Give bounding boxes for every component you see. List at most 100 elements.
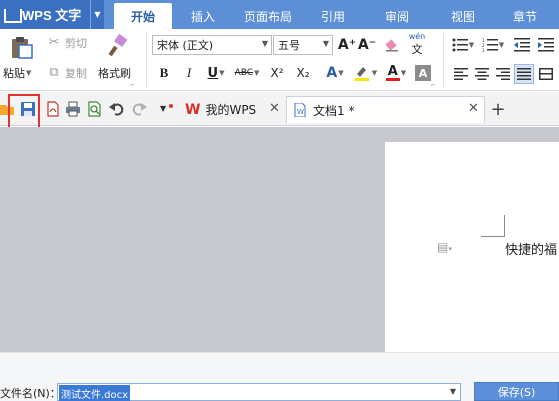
strikethrough-caret-icon: ▼: [254, 69, 260, 77]
font-name-value: 宋体 (正文): [157, 39, 214, 52]
filename-input[interactable]: 测试文件.docx ▼: [57, 383, 461, 401]
paragraph-layout-icon[interactable]: ▤▾: [437, 240, 452, 254]
tab-review[interactable]: 审阅: [364, 3, 430, 29]
cut-label: 剪切: [65, 37, 87, 50]
tab-home[interactable]: 开始: [114, 3, 172, 29]
print-icon[interactable]: [65, 101, 81, 117]
print-preview-icon[interactable]: [87, 101, 103, 117]
align-right-icon: [496, 68, 510, 80]
justify-icon: [517, 68, 531, 80]
tab-insert[interactable]: 插入: [172, 3, 234, 29]
grow-font-button[interactable]: A⁺: [338, 35, 356, 55]
numbered-list-icon: 1 2 3: [482, 38, 498, 52]
bold-button[interactable]: B: [156, 63, 172, 83]
character-shading-button[interactable]: A: [415, 65, 431, 81]
margin-marker-horizontal: [481, 236, 504, 237]
bullet-list-button[interactable]: ▼: [450, 35, 476, 55]
format-painter-label: 格式刷: [98, 67, 131, 80]
customize-quick-access-icon[interactable]: ▼: [158, 101, 174, 117]
format-brush-icon: [108, 34, 128, 57]
font-color-letter: A: [387, 64, 398, 79]
indent-icon: [538, 38, 554, 52]
svg-text:W: W: [297, 108, 304, 116]
bullet-list-icon: [452, 38, 468, 52]
font-size-value: 五号: [278, 39, 300, 52]
save-button[interactable]: 保存(S): [474, 382, 559, 401]
phonetic-guide-char: 文: [411, 42, 423, 56]
italic-button[interactable]: I: [181, 63, 197, 83]
ribbon-separator: [146, 33, 147, 87]
shrink-font-button[interactable]: A⁻: [358, 35, 376, 55]
clipboard-dialog-launcher-icon[interactable]: ⌐: [130, 82, 135, 89]
tab-document1[interactable]: W 文档1 *: [286, 96, 485, 123]
strikethrough-button[interactable]: ABC ▼: [232, 63, 262, 83]
redo-icon[interactable]: [131, 101, 147, 117]
tab-references[interactable]: 引用: [302, 3, 364, 29]
undo-icon[interactable]: [109, 101, 125, 117]
document-icon: W: [294, 103, 306, 117]
document-text[interactable]: 快捷的福: [505, 239, 557, 258]
subscript-button[interactable]: X₂: [292, 63, 314, 83]
format-painter-label-row[interactable]: 格式刷: [98, 65, 131, 81]
filename-label: 文件名(N)：: [0, 387, 61, 400]
paste-label-row[interactable]: 粘贴 ▼: [3, 65, 31, 81]
highlight-caret-icon: ▼: [371, 69, 378, 77]
font-color-button[interactable]: A ▼: [382, 63, 410, 83]
scissors-icon: ✂: [48, 35, 60, 50]
superscript-button[interactable]: X²: [266, 63, 288, 83]
decrease-indent-button[interactable]: [512, 35, 532, 55]
menu-bar: WPS 文字 ▼ 开始 插入 页面布局 引用 审阅 视图 章节: [0, 0, 559, 29]
cut-button[interactable]: ✂ 剪切: [46, 35, 87, 51]
tab-my-wps-label: 我的WPS: [205, 103, 257, 117]
close-tab-my-wps-icon[interactable]: ✕: [269, 101, 280, 116]
align-right-button[interactable]: [494, 65, 512, 83]
underline-glyph: U: [207, 65, 219, 81]
font-size-select[interactable]: 五号 ▼: [273, 35, 333, 55]
outdent-icon: [514, 38, 530, 52]
app-menu-button[interactable]: WPS 文字: [0, 0, 104, 29]
underline-button[interactable]: U ▼: [203, 63, 229, 83]
wps-w-logo-icon: W: [185, 101, 201, 118]
font-name-select[interactable]: 宋体 (正文) ▼: [152, 35, 272, 55]
phonetic-guide-button[interactable]: wén 文: [406, 32, 428, 56]
tab-view[interactable]: 视图: [430, 3, 496, 29]
distributed-align-button[interactable]: [537, 65, 555, 83]
copy-button[interactable]: ⧉ 复制: [46, 65, 87, 81]
tab-page-layout[interactable]: 页面布局: [234, 3, 302, 29]
paste-label: 粘贴: [3, 67, 25, 80]
app-title: WPS 文字: [22, 8, 82, 23]
chevron-down-icon[interactable]: ▼: [450, 387, 456, 396]
clear-format-button[interactable]: [383, 35, 401, 55]
app-menu-caret-icon[interactable]: ▼: [90, 0, 104, 29]
tab-chapters[interactable]: 章节: [496, 3, 554, 29]
bullet-list-caret-icon: ▼: [468, 41, 475, 49]
increase-indent-button[interactable]: [536, 35, 556, 55]
format-painter-button[interactable]: [106, 33, 130, 59]
wps-logo-icon: [4, 8, 18, 22]
chevron-down-icon: ▼: [261, 39, 268, 48]
align-center-button[interactable]: [473, 65, 491, 83]
tab-document1-label: 文档1 *: [313, 103, 355, 118]
align-center-icon: [475, 68, 489, 80]
align-left-icon: [454, 68, 468, 80]
clipboard-icon: [12, 37, 33, 59]
export-pdf-icon[interactable]: [45, 101, 61, 117]
highlight-button[interactable]: ▼: [351, 63, 379, 83]
text-effect-button[interactable]: A ▼: [322, 63, 348, 83]
paste-button[interactable]: [6, 33, 36, 61]
highlighter-icon: [354, 67, 369, 81]
font-color-swatch: [385, 78, 400, 81]
eraser-icon: [385, 39, 398, 52]
numbered-list-caret-icon: ▼: [498, 41, 505, 49]
font-color-caret-icon: ▼: [400, 69, 407, 77]
tab-my-wps[interactable]: W 我的WPS: [182, 96, 282, 123]
copy-label: 复制: [65, 67, 87, 80]
align-left-button[interactable]: [452, 65, 470, 83]
chevron-down-icon: ▼: [322, 39, 329, 48]
font-dialog-launcher-icon[interactable]: ⌐: [431, 82, 436, 89]
new-tab-button[interactable]: +: [489, 97, 507, 121]
text-effect-caret-icon: ▼: [338, 69, 344, 77]
numbered-list-button[interactable]: 1 2 3 ▼: [480, 35, 506, 55]
close-tab-document1-icon[interactable]: ✕: [468, 101, 479, 116]
justify-button[interactable]: [514, 64, 534, 84]
